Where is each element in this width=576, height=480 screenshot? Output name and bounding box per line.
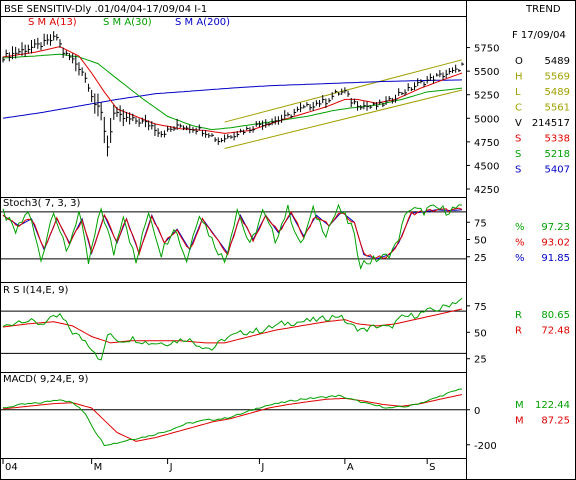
- info-value: 5561: [545, 103, 570, 114]
- y-tick-label: 5750: [474, 44, 499, 55]
- legend-sma30: S M A(30): [103, 17, 152, 28]
- info-key: O: [515, 56, 523, 67]
- macd-value: 122.44: [535, 400, 570, 411]
- info-value: 5338: [545, 134, 570, 145]
- y-tick-label: 50: [474, 328, 487, 339]
- macd-key: M: [515, 416, 524, 427]
- info-key: V: [515, 118, 522, 129]
- macd-value: 87.25: [541, 416, 570, 427]
- legend-sma200: S M A(200): [175, 17, 230, 28]
- x-tick-label: M: [94, 462, 103, 473]
- y-tick-label: 75: [474, 218, 487, 229]
- y-tick-label: 75: [474, 302, 487, 313]
- rsi-value: 80.65: [541, 310, 570, 321]
- y-tick-label: 0: [474, 406, 480, 417]
- info-key: S: [515, 149, 521, 160]
- stoch-value: 97.23: [541, 222, 570, 233]
- y-tick-label: -200: [474, 441, 497, 452]
- stoch-key: %: [515, 253, 525, 264]
- stoch-key: %: [515, 222, 525, 233]
- info-key: S: [515, 165, 521, 176]
- legend-sma13: S M A(13): [28, 17, 77, 28]
- info-key: L: [515, 87, 521, 98]
- chart-mode: TREND: [525, 4, 561, 15]
- rsi-key: R: [515, 326, 522, 337]
- stoch-value: 93.02: [541, 238, 570, 249]
- info-value: 5489: [545, 56, 570, 67]
- y-tick-label: 25: [474, 355, 487, 366]
- y-tick-label: 4500: [474, 161, 499, 172]
- y-tick-label: 5500: [474, 67, 499, 78]
- stoch-values: % 97.23% 93.02% 91.85: [515, 222, 570, 264]
- y-tick-label: 4250: [474, 185, 499, 196]
- info-key: C: [515, 103, 522, 114]
- y-tick-label: 25: [474, 253, 487, 264]
- x-tick-label: A: [347, 462, 354, 473]
- info-value: 214517: [532, 118, 570, 129]
- info-value: 5569: [545, 72, 570, 83]
- info-date: F 17/09/04: [512, 30, 566, 41]
- rsi-title: R S I(14,E, 9): [3, 285, 68, 296]
- info-key: S: [515, 134, 521, 145]
- y-tick-label: 5000: [474, 114, 499, 125]
- y-tick-label: 50: [474, 236, 487, 247]
- macd-title: MACD( 9,24,E, 9): [3, 374, 89, 385]
- y-tick-label: 5250: [474, 91, 499, 102]
- stoch-title: Stoch3( 7, 3, 3): [3, 198, 80, 209]
- stoch-key: %: [515, 238, 525, 249]
- chart-title: BSE SENSITIV-Dly .01/04/04-17/09/04 I-1: [4, 4, 207, 15]
- info-value: 5489: [545, 87, 570, 98]
- info-key: H: [515, 72, 523, 83]
- macd-key: M: [515, 400, 524, 411]
- info-value: 5218: [545, 149, 570, 160]
- info-value: 5407: [545, 165, 570, 176]
- rsi-key: R: [515, 310, 522, 321]
- x-tick-label: J: [260, 462, 264, 473]
- rsi-value: 72.48: [541, 326, 570, 337]
- technical-chart: BSE SENSITIV-Dly .01/04/04-17/09/04 I-1 …: [0, 0, 576, 480]
- x-tick-label: S: [429, 462, 435, 473]
- y-tick-label: 4750: [474, 138, 499, 149]
- x-tick-label: J: [169, 462, 173, 473]
- stoch-value: 91.85: [541, 253, 570, 264]
- x-tick-label: 04: [5, 462, 18, 473]
